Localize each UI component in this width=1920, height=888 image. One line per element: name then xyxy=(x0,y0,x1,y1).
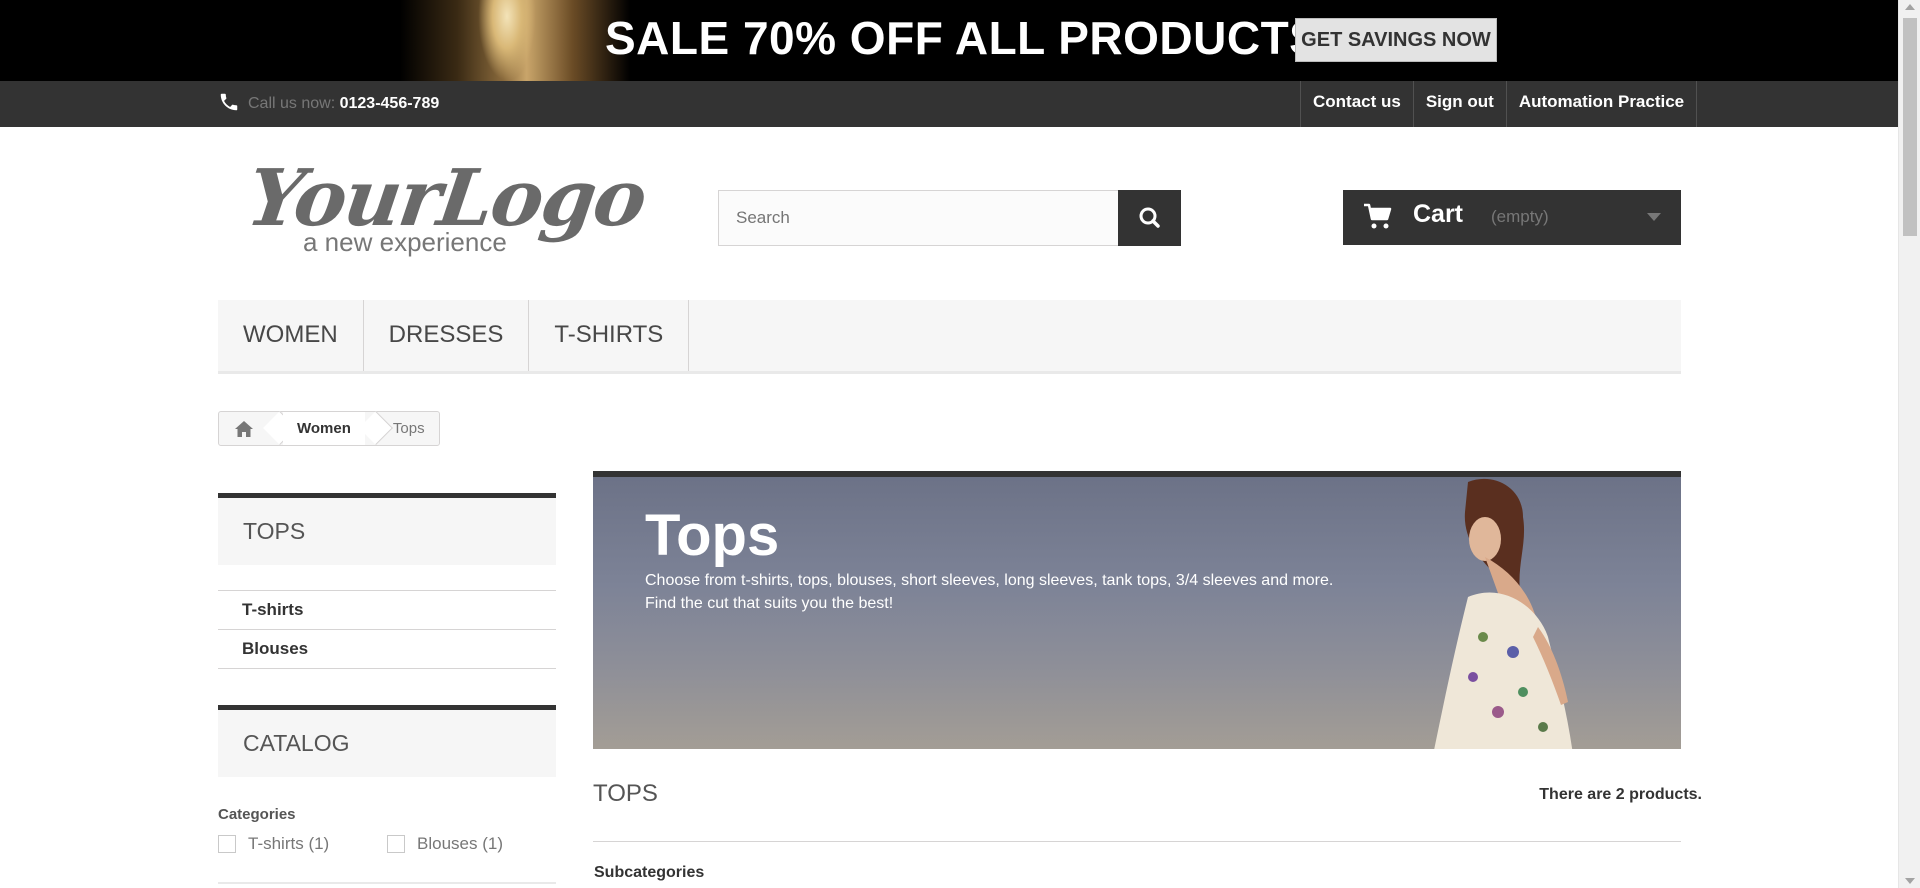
main-menu: WOMEN DRESSES T-SHIRTS xyxy=(218,300,1681,374)
breadcrumb: Women Tops xyxy=(218,411,440,446)
breadcrumb-separator xyxy=(269,412,283,445)
call-us-text: Call us now: 0123-456-789 xyxy=(248,95,439,113)
catalog-block-title: CATALOG xyxy=(218,705,556,777)
vertical-scrollbar[interactable] xyxy=(1898,0,1920,888)
breadcrumb-home[interactable] xyxy=(219,412,269,445)
list-item[interactable]: Blouses xyxy=(218,630,556,669)
promo-banner[interactable]: SALE 70% OFF ALL PRODUCTS GET SAVINGS NO… xyxy=(0,0,1898,81)
category-title: Tops xyxy=(645,503,780,568)
filter-label: Blouses (1) xyxy=(417,834,503,853)
catalog-block: CATALOG xyxy=(218,705,556,777)
category-description-line: Find the cut that suits you the best! xyxy=(645,595,894,612)
scroll-thumb[interactable] xyxy=(1903,18,1917,236)
promo-headline: SALE 70% OFF ALL PRODUCTS xyxy=(605,12,1321,64)
search-input[interactable] xyxy=(719,191,1119,245)
divider xyxy=(218,882,556,884)
checkbox[interactable] xyxy=(218,835,236,853)
menu-item-dresses[interactable]: DRESSES xyxy=(364,300,530,371)
category-banner: Tops Choose from t-shirts, tops, blouses… xyxy=(593,471,1681,749)
tops-block: TOPS xyxy=(218,493,556,565)
site-logo[interactable]: YourLogo a new experience xyxy=(242,153,651,260)
menu-item-t-shirts[interactable]: T-SHIRTS xyxy=(529,300,690,371)
categories-filter-title: Categories xyxy=(218,806,296,823)
get-savings-button[interactable]: GET SAVINGS NOW xyxy=(1295,18,1497,62)
breadcrumb-current: Tops xyxy=(392,420,425,437)
search-button[interactable] xyxy=(1118,190,1181,246)
cart-icon xyxy=(1364,203,1392,229)
cart-button[interactable]: Cart (empty) xyxy=(1343,190,1681,245)
scroll-down-icon[interactable] xyxy=(1905,878,1915,884)
category-description: Choose from t-shirts, tops, blouses, sho… xyxy=(645,569,1425,615)
home-icon xyxy=(235,420,253,437)
logo-tagline: a new experience xyxy=(303,227,507,257)
tops-block-title: TOPS xyxy=(218,493,556,565)
call-us-label: Call us now: xyxy=(248,95,336,112)
scroll-up-icon[interactable] xyxy=(1905,4,1915,10)
page-heading: TOPS xyxy=(593,780,658,807)
phone-icon xyxy=(220,93,238,111)
filter-t-shirts[interactable]: T-shirts (1) xyxy=(218,834,329,854)
divider xyxy=(593,841,1681,842)
breadcrumb-women[interactable]: Women xyxy=(283,412,365,445)
breadcrumb-separator xyxy=(365,412,379,445)
contact-us-link[interactable]: Contact us xyxy=(1301,81,1414,127)
header-links: Contact us Sign out Automation Practice xyxy=(1300,81,1698,127)
subcategory-list: T-shirts Blouses xyxy=(218,590,556,669)
filter-label: T-shirts (1) xyxy=(248,834,330,853)
menu-item-women[interactable]: WOMEN xyxy=(218,300,364,371)
checkbox[interactable] xyxy=(387,835,405,853)
cart-status: (empty) xyxy=(1491,207,1549,226)
chevron-down-icon xyxy=(1647,213,1661,221)
subcategories-heading: Subcategories xyxy=(594,864,705,881)
search-icon xyxy=(1139,207,1160,228)
automation-practice-link[interactable]: Automation Practice xyxy=(1507,81,1698,127)
cart-label: Cart xyxy=(1413,200,1464,228)
search-form xyxy=(718,190,1181,246)
sign-out-link[interactable]: Sign out xyxy=(1414,81,1507,127)
category-description-line: Choose from t-shirts, tops, blouses, sho… xyxy=(645,572,1334,589)
filter-blouses[interactable]: Blouses (1) xyxy=(387,834,503,854)
list-item[interactable]: T-shirts xyxy=(218,591,556,630)
promo-model-image xyxy=(478,0,536,81)
product-count: There are 2 products. xyxy=(1539,786,1702,803)
phone-number: 0123-456-789 xyxy=(339,95,440,112)
